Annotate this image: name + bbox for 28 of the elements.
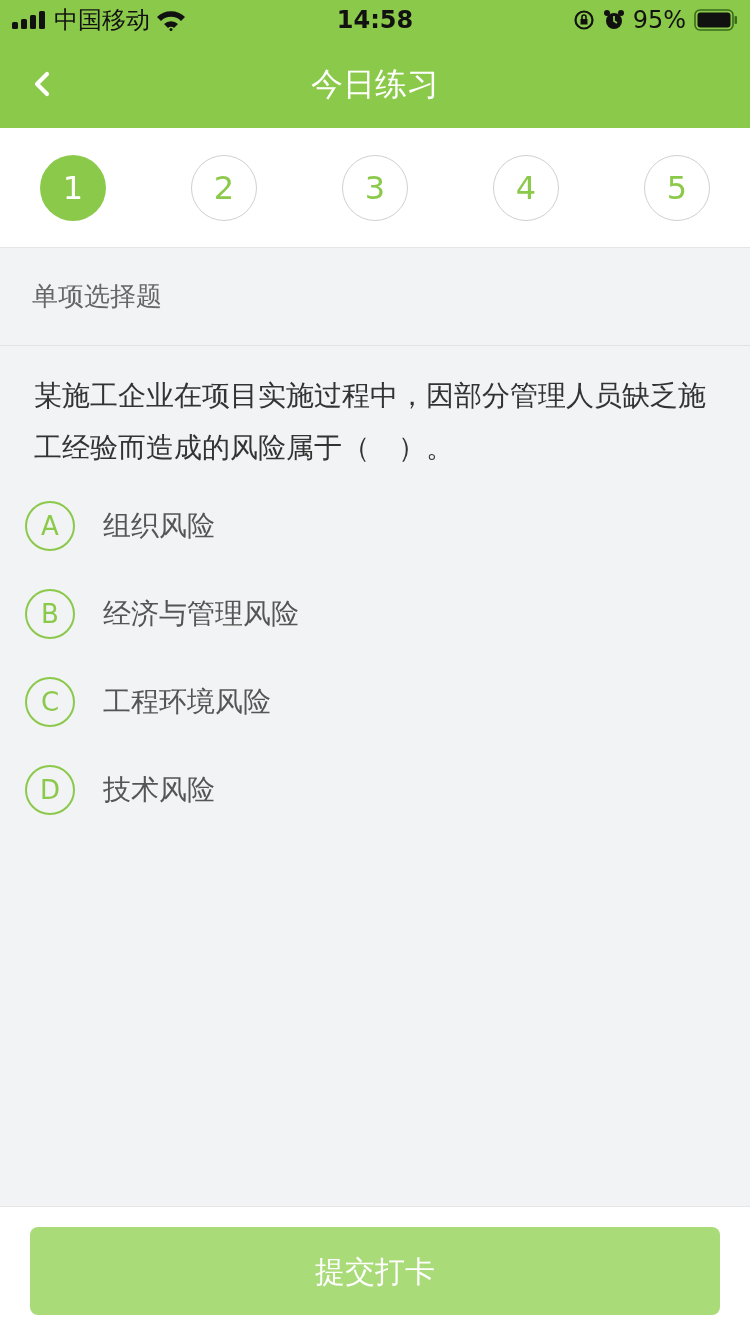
signal-icon <box>12 11 48 29</box>
option-text: 经济与管理风险 <box>103 596 299 632</box>
answer-option[interactable]: D 技术风险 <box>0 746 750 834</box>
question-type-label: 单项选择题 <box>32 280 162 313</box>
answer-option[interactable]: A 组织风险 <box>0 482 750 570</box>
option-text: 组织风险 <box>103 508 215 544</box>
question-number-tab[interactable]: 5 <box>644 154 710 221</box>
answer-option[interactable]: B 经济与管理风险 <box>0 570 750 658</box>
option-text: 技术风险 <box>103 772 215 808</box>
battery-percentage: 95% <box>632 8 686 32</box>
wifi-icon <box>156 9 186 31</box>
option-letter: C <box>25 677 75 727</box>
question-text: 某施工企业在项目实施过程中，因部分管理人员缺乏施工经验而造成的风险属于（ ）。 <box>34 378 707 466</box>
carrier-name: 中国移动 <box>54 8 150 32</box>
clock-time: 14:58 <box>336 8 414 32</box>
option-letter: A <box>25 501 75 551</box>
question-number-tab[interactable]: 4 <box>493 154 559 221</box>
rotation-lock-icon <box>572 9 595 31</box>
battery-icon <box>694 9 738 31</box>
question-number-tab[interactable]: 1 <box>40 154 106 221</box>
question-number-tab[interactable]: 3 <box>342 154 408 221</box>
page-title: 今日练习 <box>311 64 439 105</box>
option-text: 工程环境风险 <box>103 684 271 720</box>
option-letter: D <box>25 765 75 815</box>
answer-option[interactable]: C 工程环境风险 <box>0 658 750 746</box>
option-letter: B <box>25 589 75 639</box>
alarm-icon <box>602 9 625 31</box>
question-number-tab[interactable]: 2 <box>191 154 257 221</box>
